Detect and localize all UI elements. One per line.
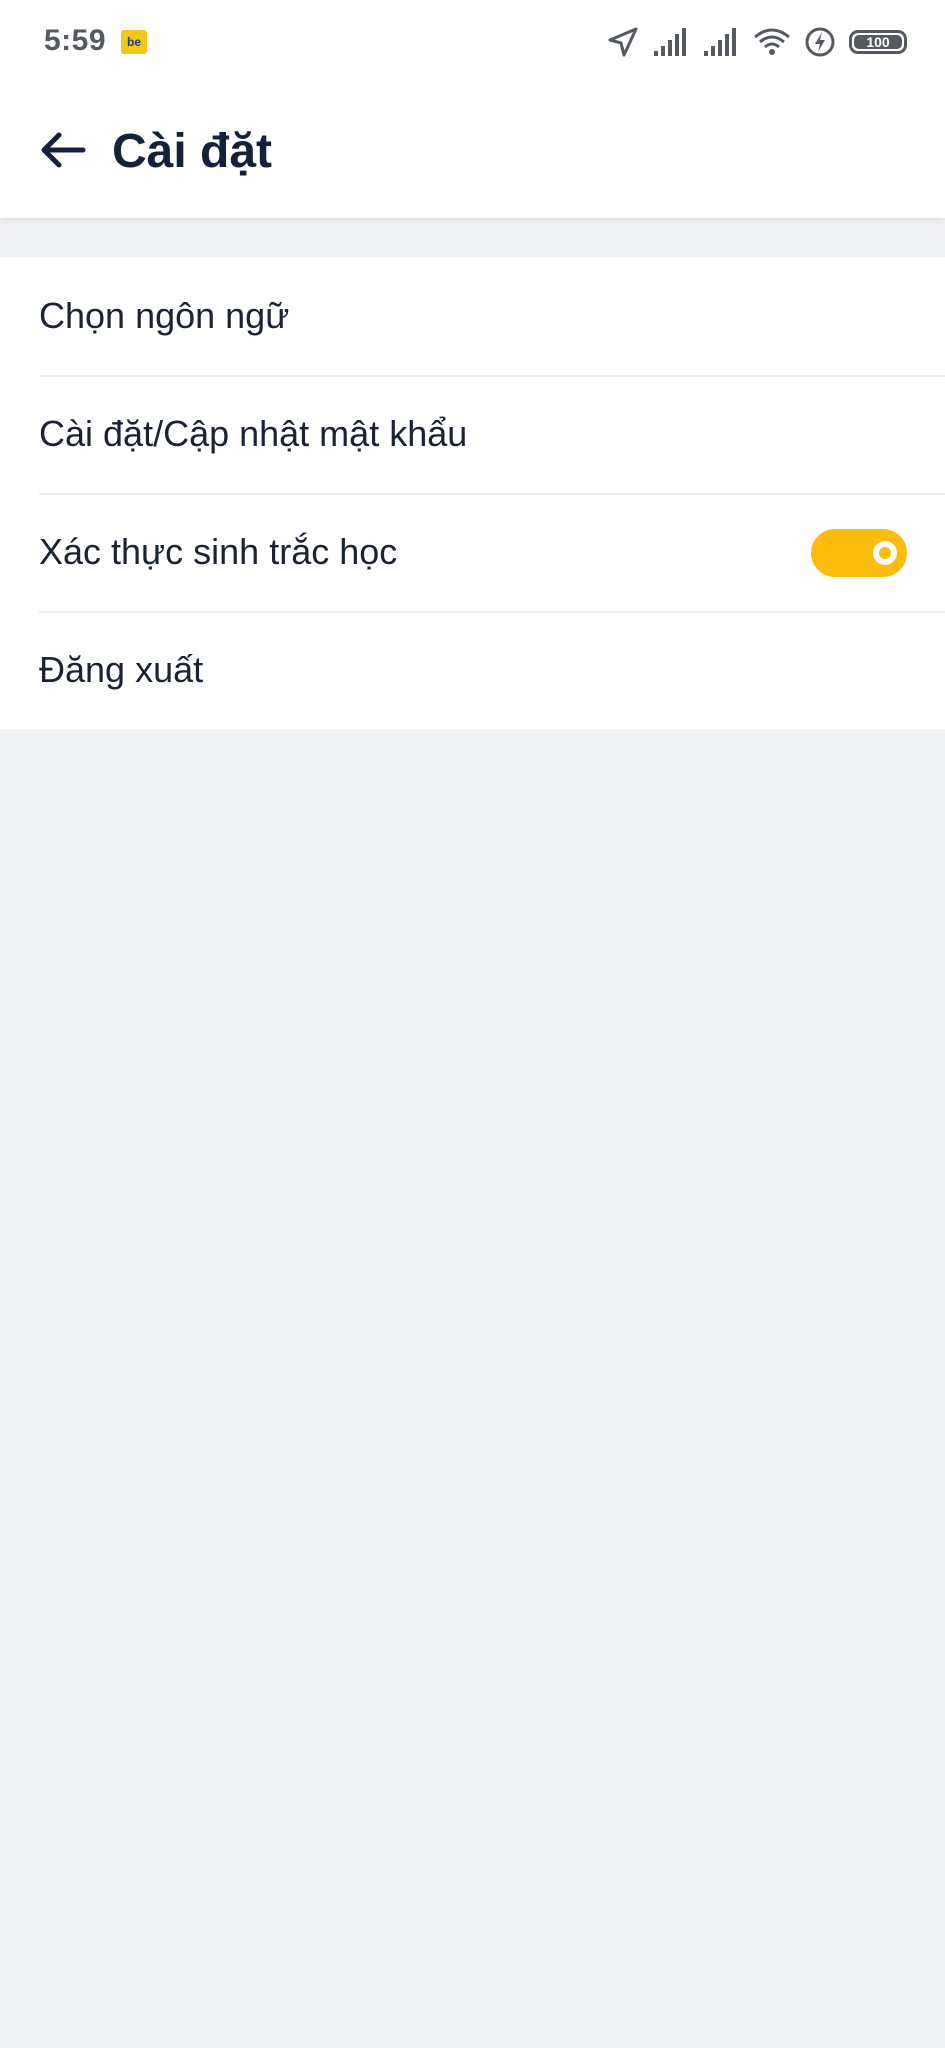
setting-label: Xác thực sinh trắc học [39, 531, 398, 572]
arrow-left-icon [39, 130, 87, 175]
biometric-toggle[interactable] [811, 529, 907, 577]
status-time: 5:59 [44, 24, 107, 57]
settings-list: Chọn ngôn ngữ Cài đặt/Cập nhật mật khẩu … [0, 257, 945, 729]
app-notification-badge: be [121, 30, 147, 54]
back-button[interactable] [28, 117, 98, 187]
page-title: Cài đặt [112, 125, 273, 178]
setting-item-biometric: Xác thực sinh trắc học [0, 493, 945, 611]
status-bar: 5:59 be 100 [0, 0, 945, 84]
signal-bars-icon [703, 27, 739, 57]
battery-icon: 100 [849, 30, 907, 54]
battery-level: 100 [854, 35, 902, 49]
toggle-knob [873, 541, 897, 565]
setting-label: Cài đặt/Cập nhật mật khẩu [39, 413, 468, 454]
setting-item-language[interactable]: Chọn ngôn ngữ [0, 257, 945, 375]
location-arrow-icon [607, 26, 639, 58]
app-bar: Cài đặt [0, 84, 945, 218]
setting-label: Đăng xuất [39, 649, 204, 690]
charging-bolt-icon [805, 27, 835, 57]
wifi-icon [753, 27, 791, 57]
status-icons: 100 [607, 24, 907, 60]
setting-item-password[interactable]: Cài đặt/Cập nhật mật khẩu [0, 375, 945, 493]
setting-item-logout[interactable]: Đăng xuất [0, 611, 945, 729]
setting-label: Chọn ngôn ngữ [39, 295, 290, 336]
signal-bars-icon [653, 27, 689, 57]
